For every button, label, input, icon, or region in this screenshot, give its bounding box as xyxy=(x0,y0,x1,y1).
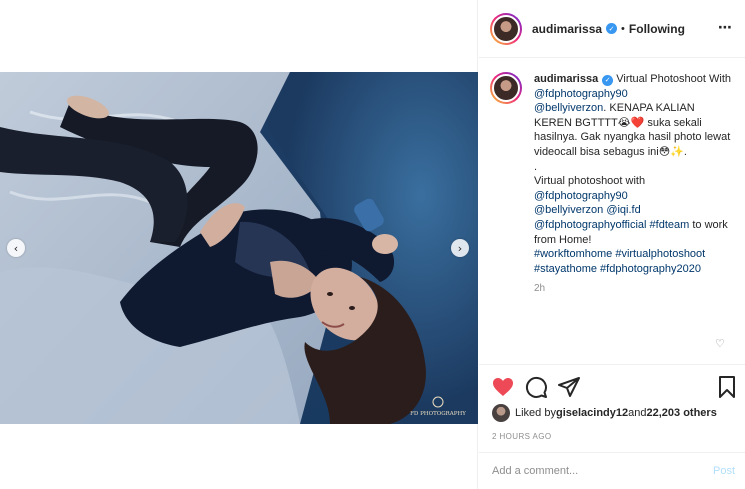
verified-badge-icon: ✓ xyxy=(606,23,618,34)
comment-bar: Post xyxy=(479,452,745,489)
likes-count[interactable]: 22,203 others xyxy=(647,407,717,419)
mention-link[interactable]: @bellyiverzon xyxy=(534,102,603,114)
hashtag-link[interactable]: #fdteam xyxy=(650,219,690,231)
author-avatar[interactable] xyxy=(490,12,522,45)
more-options-icon[interactable]: ⋯ xyxy=(718,20,733,36)
caption-segment: Virtual Photoshoot With xyxy=(613,73,732,85)
caption-timestamp: 2h xyxy=(534,283,546,295)
share-button[interactable] xyxy=(557,375,581,399)
post-header: audimarissa ✓ • Following ⋯ xyxy=(479,0,745,58)
likes-middle: and xyxy=(628,407,647,419)
hashtag-link[interactable]: #stayathome xyxy=(534,263,597,275)
likes-prefix: Liked by xyxy=(515,407,556,419)
likes-summary: Liked by giselacindy12 and 22,203 others xyxy=(492,404,717,422)
caption-segment: Virtual photoshoot with xyxy=(534,175,646,188)
mention-link[interactable]: @bellyiverzon xyxy=(534,204,603,216)
photo-watermark: FD PHOTOGRAPHY xyxy=(410,411,466,417)
mention-link[interactable]: @fdphotography90 xyxy=(534,190,628,202)
previous-photo-button[interactable]: ‹ xyxy=(7,239,25,257)
post-photo[interactable]: FD PHOTOGRAPHY xyxy=(0,72,478,424)
post-sidebar: audimarissa ✓ • Following ⋯ audimarissa ✓… xyxy=(479,0,745,489)
author-username[interactable]: audimarissa xyxy=(532,22,602,36)
hashtag-link[interactable]: #virtualphotoshoot xyxy=(615,248,705,260)
post-comment-button[interactable]: Post xyxy=(713,465,735,477)
instagram-post: FD PHOTOGRAPHY ‹ › audimarissa ✓ • Follo… xyxy=(0,0,745,489)
mention-link[interactable]: @iqi.fd xyxy=(606,204,640,216)
hashtag-link[interactable]: #fdphotography2020 xyxy=(600,263,701,275)
comment-button[interactable] xyxy=(524,375,548,399)
verified-badge-icon: ✓ xyxy=(602,74,614,86)
post-timestamp[interactable]: 2 HOURS AGO xyxy=(492,432,552,441)
caption-avatar[interactable] xyxy=(490,72,522,104)
caption-username[interactable]: audimarissa xyxy=(534,73,598,85)
action-bar xyxy=(479,364,745,408)
liker-avatar[interactable] xyxy=(492,404,510,422)
liker-username[interactable]: giselacindy12 xyxy=(556,407,628,419)
post-caption: audimarissa ✓ Virtual Photoshoot With @fd… xyxy=(490,72,740,297)
mention-link[interactable]: @fdphotographyofficial xyxy=(534,219,646,231)
post-media-panel: FD PHOTOGRAPHY ‹ › xyxy=(0,0,478,489)
share-icon xyxy=(558,377,580,397)
avatar-image xyxy=(492,74,520,102)
following-button[interactable]: Following xyxy=(629,22,685,36)
save-button[interactable] xyxy=(715,375,739,399)
header-separator: • xyxy=(621,22,625,35)
chevron-left-icon: ‹ xyxy=(13,241,19,255)
like-button[interactable] xyxy=(491,375,515,399)
heart-filled-icon xyxy=(493,378,513,396)
bookmark-icon xyxy=(719,376,735,398)
caption-like-heart-icon[interactable]: ♡ xyxy=(715,337,725,350)
avatar-image xyxy=(492,14,520,43)
caption-text: audimarissa ✓ Virtual Photoshoot With @fd… xyxy=(534,72,734,297)
next-photo-button[interactable]: › xyxy=(451,239,469,257)
caption-dot: . xyxy=(534,160,538,173)
hashtag-link[interactable]: #workftomhome xyxy=(534,248,612,260)
comment-icon xyxy=(525,376,547,398)
mention-link[interactable]: @fdphotography90 xyxy=(534,88,628,100)
chevron-right-icon: › xyxy=(457,241,463,255)
photo-illustration: FD PHOTOGRAPHY xyxy=(0,72,478,424)
comment-input[interactable] xyxy=(492,465,692,477)
